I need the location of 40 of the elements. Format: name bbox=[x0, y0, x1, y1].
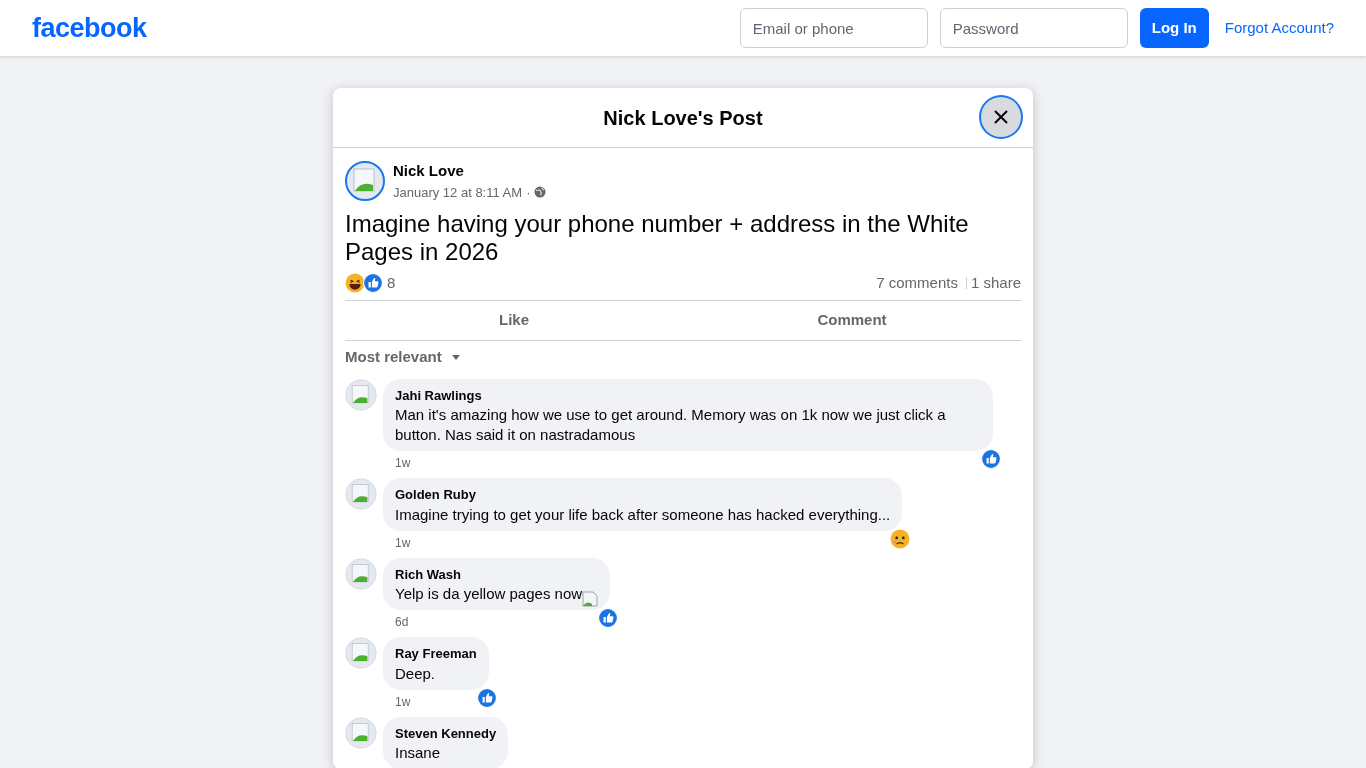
post-text: Imagine having your phone number + address in the White Pages in 2026 bbox=[345, 210, 970, 266]
comment-time[interactable]: 6d bbox=[395, 613, 409, 633]
post-time: January 12 at 8:11 AM bbox=[393, 183, 523, 202]
comment-text: Deep. bbox=[395, 663, 436, 684]
comment-time[interactable]: 1w bbox=[395, 533, 411, 554]
comments-count[interactable]: 7 comments bbox=[876, 271, 958, 295]
avatar bbox=[345, 637, 377, 669]
globe-icon bbox=[534, 186, 547, 199]
comment-text: Yelp is da yellow pages now bbox=[395, 584, 583, 604]
author-name: Nick Love bbox=[393, 161, 465, 181]
comment-time[interactable]: 1w bbox=[395, 692, 411, 713]
commenter-name: Jahi Rawlings bbox=[395, 386, 483, 405]
login-button[interactable]: Log In bbox=[1139, 8, 1209, 48]
sort-dropdown[interactable]: Most relevant bbox=[345, 346, 462, 369]
commenter-name: Steven Kennedy bbox=[395, 724, 497, 743]
comment-time[interactable]: 1w bbox=[395, 454, 411, 474]
commenter-name: Ray Freeman bbox=[395, 645, 477, 663]
comment-text: Insane bbox=[395, 743, 441, 763]
commenter-name: Rich Wash bbox=[395, 565, 462, 584]
facebook-logo[interactable]: facebook bbox=[32, 7, 147, 49]
password-field[interactable]: Password bbox=[939, 8, 1128, 48]
email-field[interactable]: Email or phone bbox=[739, 8, 928, 48]
reaction-count: 8 bbox=[387, 272, 396, 293]
avatar bbox=[345, 478, 377, 510]
avatar bbox=[345, 161, 385, 201]
avatar bbox=[345, 716, 377, 749]
close-icon bbox=[993, 109, 1009, 125]
commenter-name: Golden Ruby bbox=[395, 486, 477, 504]
dialog-title: Nick Love's Post bbox=[603, 105, 763, 131]
shares-count[interactable]: 1 share bbox=[970, 271, 1021, 295]
forgot-account-link[interactable]: Forgot Account? bbox=[1224, 16, 1334, 40]
separator-dot: · bbox=[526, 183, 531, 202]
close-button[interactable] bbox=[981, 97, 1021, 137]
broken-image-icon bbox=[582, 591, 599, 607]
action-button[interactable]: Comment bbox=[683, 301, 1021, 340]
avatar bbox=[345, 378, 377, 411]
avatar bbox=[345, 557, 377, 590]
action-button[interactable]: Like bbox=[345, 301, 683, 340]
comment-text: Imagine trying to get your life back after someone has hacked everything... bbox=[395, 504, 891, 525]
comment-text: Man it's amazing how we use to get around. Memory was on 1k now we just click a button. Nas said it on nastradamous bbox=[395, 405, 947, 445]
